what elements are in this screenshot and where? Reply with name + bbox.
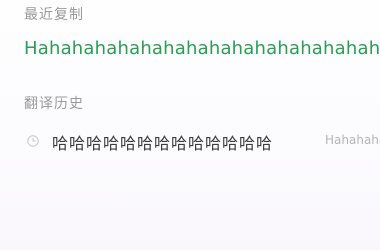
recent-copy-text[interactable]: Hahahahahahahahahahahahahahahahahahaha <box>24 38 380 62</box>
recent-translations-panel: 最近复制 Hahahahahahahahahahahahahahahahahah… <box>0 0 380 250</box>
history-list-item[interactable]: 哈哈哈哈哈哈哈哈哈哈哈哈哈 Hahahahahahahaha <box>0 126 380 156</box>
recent-copy-heading: 最近复制 <box>24 7 84 23</box>
translation-history-heading: 翻译历史 <box>24 96 84 112</box>
history-translation-text: Hahahahahahahaha <box>325 133 380 147</box>
clock-icon <box>27 135 39 147</box>
history-source-text: 哈哈哈哈哈哈哈哈哈哈哈哈哈 <box>52 134 274 153</box>
